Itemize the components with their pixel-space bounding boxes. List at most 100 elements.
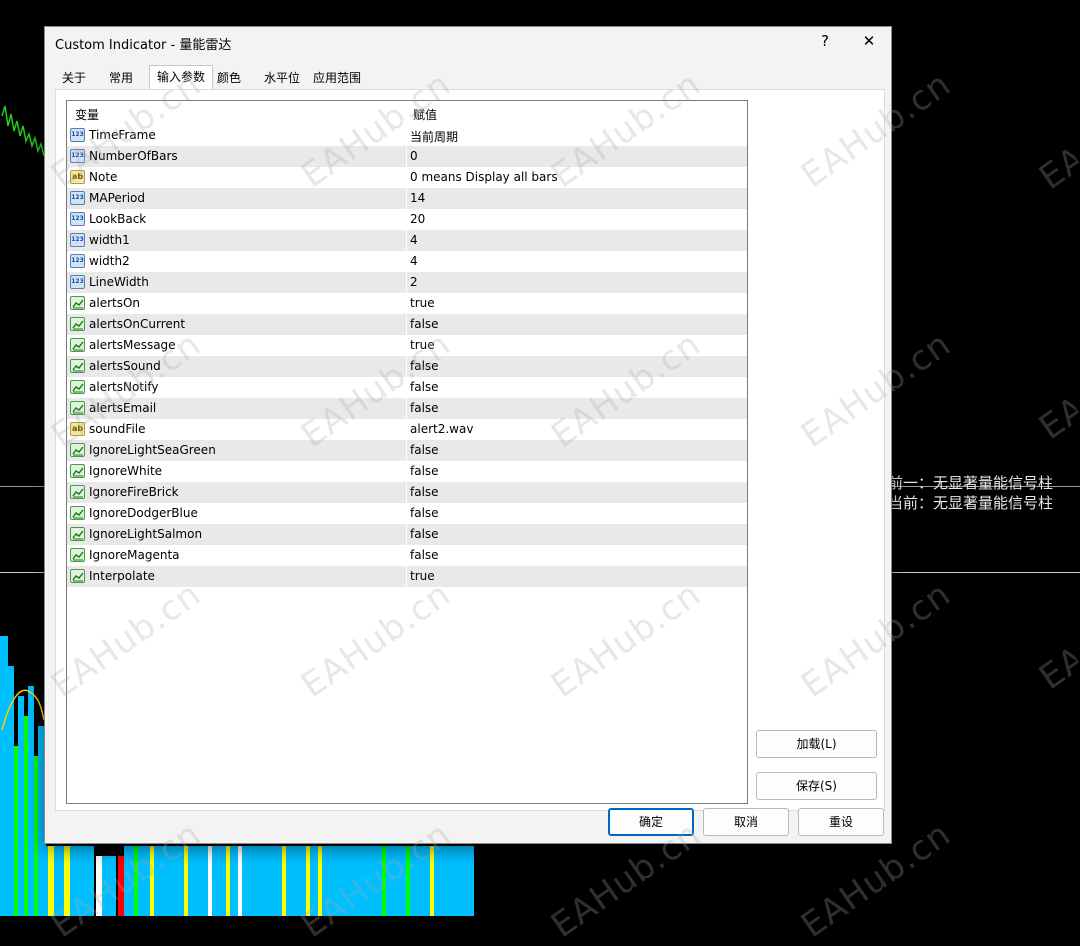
boolean-type-icon	[70, 317, 85, 331]
parameter-row[interactable]: 123 NumberOfBars 0	[67, 146, 747, 167]
parameter-row[interactable]: Interpolate true	[67, 566, 747, 587]
parameter-name: LookBack	[89, 212, 147, 226]
parameter-row[interactable]: 123 LineWidth 2	[67, 272, 747, 293]
tab-about[interactable]: 关于	[55, 67, 93, 89]
ma-line-left	[1, 689, 45, 731]
parameter-value[interactable]: 2	[410, 275, 418, 289]
parameter-value[interactable]: 4	[410, 233, 418, 247]
boolean-type-icon	[70, 464, 85, 478]
parameter-row[interactable]: alertsNotify false	[67, 377, 747, 398]
parameter-row[interactable]: ab soundFile alert2.wav	[67, 419, 747, 440]
parameter-name: IgnoreMagenta	[89, 548, 180, 562]
integer-type-icon: 123	[70, 233, 85, 247]
parameter-name: alertsSound	[89, 359, 161, 373]
parameter-value[interactable]: false	[410, 443, 439, 457]
parameter-value[interactable]: 0 means Display all bars	[410, 170, 558, 184]
tab-visualization[interactable]: 应用范围	[309, 67, 365, 89]
column-separator	[406, 377, 407, 398]
close-button[interactable]: ✕	[847, 27, 891, 57]
column-separator	[406, 188, 407, 209]
parameter-value[interactable]: 14	[410, 191, 425, 205]
tab-inputs[interactable]: 输入参数	[149, 65, 213, 91]
save-button[interactable]: 保存(S)	[756, 772, 877, 800]
parameter-name: alertsNotify	[89, 380, 159, 394]
volume-bar	[410, 846, 430, 916]
parameter-value[interactable]: 当前周期	[410, 128, 458, 145]
integer-type-icon: 123	[70, 128, 85, 142]
boolean-type-icon	[70, 380, 85, 394]
parameter-value[interactable]: alert2.wav	[410, 422, 473, 436]
column-separator	[406, 545, 407, 566]
parameter-value[interactable]: true	[410, 569, 435, 583]
cancel-button[interactable]: 取消	[703, 808, 789, 836]
inputs-panel: 变量 赋值 123 TimeFrame 当前周期 123 NumberOfBars 0 ab…	[55, 89, 885, 811]
parameter-name: width2	[89, 254, 130, 268]
column-separator	[406, 125, 407, 146]
boolean-type-icon	[70, 569, 85, 583]
volume-bar	[434, 846, 474, 916]
parameter-name: IgnoreLightSalmon	[89, 527, 203, 541]
boolean-type-icon	[70, 338, 85, 352]
volume-bar	[212, 846, 226, 916]
parameter-name: soundFile	[89, 422, 146, 436]
parameter-value[interactable]: false	[410, 506, 439, 520]
parameter-value[interactable]: false	[410, 380, 439, 394]
column-header-variable[interactable]: 变量	[75, 106, 99, 123]
reset-button[interactable]: 重设	[798, 808, 884, 836]
parameter-value[interactable]: true	[410, 338, 435, 352]
help-button[interactable]: ?	[803, 27, 847, 57]
column-separator	[406, 167, 407, 188]
column-separator	[406, 461, 407, 482]
parameter-value[interactable]: 4	[410, 254, 418, 268]
parameter-row[interactable]: IgnoreLightSeaGreen false	[67, 440, 747, 461]
column-header-value[interactable]: 赋值	[413, 106, 437, 123]
parameter-row[interactable]: IgnoreWhite false	[67, 461, 747, 482]
volume-bar	[310, 846, 318, 916]
column-separator	[406, 398, 407, 419]
volume-bar	[70, 846, 94, 916]
parameter-row[interactable]: alertsOn true	[67, 293, 747, 314]
volume-bar	[154, 846, 184, 916]
tab-levels[interactable]: 水平位	[261, 67, 303, 89]
parameter-value[interactable]: false	[410, 317, 439, 331]
boolean-type-icon	[70, 359, 85, 373]
parameter-value[interactable]: true	[410, 296, 435, 310]
ok-button[interactable]: 确定	[608, 808, 694, 836]
parameter-row[interactable]: 123 LookBack 20	[67, 209, 747, 230]
parameter-value[interactable]: false	[410, 548, 439, 562]
parameter-value[interactable]: 0	[410, 149, 418, 163]
parameter-row[interactable]: IgnoreDodgerBlue false	[67, 503, 747, 524]
boolean-type-icon	[70, 527, 85, 541]
parameter-value[interactable]: false	[410, 359, 439, 373]
parameter-row[interactable]: 123 width1 4	[67, 230, 747, 251]
parameter-row[interactable]: 123 width2 4	[67, 251, 747, 272]
parameter-row[interactable]: 123 TimeFrame 当前周期	[67, 125, 747, 146]
chart-signal-label-current: 当前：无显著量能信号柱	[888, 494, 1054, 512]
volume-bar	[286, 846, 306, 916]
parameter-row[interactable]: IgnoreLightSalmon false	[67, 524, 747, 545]
parameter-row[interactable]: alertsOnCurrent false	[67, 314, 747, 335]
dialog-titlebar[interactable]: Custom Indicator - 量能雷达 ? ✕	[45, 27, 891, 57]
tab-colors[interactable]: 颜色	[213, 67, 245, 89]
parameter-row[interactable]: IgnoreFireBrick false	[67, 482, 747, 503]
parameter-name: IgnoreWhite	[89, 464, 163, 478]
parameter-value[interactable]: false	[410, 401, 439, 415]
parameter-name: IgnoreFireBrick	[89, 485, 179, 499]
parameter-row[interactable]: alertsSound false	[67, 356, 747, 377]
parameter-value[interactable]: 20	[410, 212, 425, 226]
parameter-row[interactable]: alertsEmail false	[67, 398, 747, 419]
tab-common[interactable]: 常用	[101, 67, 141, 89]
parameter-name: TimeFrame	[89, 128, 156, 142]
load-button[interactable]: 加载(L)	[756, 730, 877, 758]
column-separator	[406, 503, 407, 524]
parameter-value[interactable]: false	[410, 527, 439, 541]
string-type-icon: ab	[70, 422, 85, 436]
parameter-value[interactable]: false	[410, 485, 439, 499]
parameter-row[interactable]: alertsMessage true	[67, 335, 747, 356]
parameter-row[interactable]: 123 MAPeriod 14	[67, 188, 747, 209]
parameter-value[interactable]: false	[410, 464, 439, 478]
column-separator	[406, 524, 407, 545]
parameter-row[interactable]: ab Note 0 means Display all bars	[67, 167, 747, 188]
integer-type-icon: 123	[70, 254, 85, 268]
parameter-row[interactable]: IgnoreMagenta false	[67, 545, 747, 566]
